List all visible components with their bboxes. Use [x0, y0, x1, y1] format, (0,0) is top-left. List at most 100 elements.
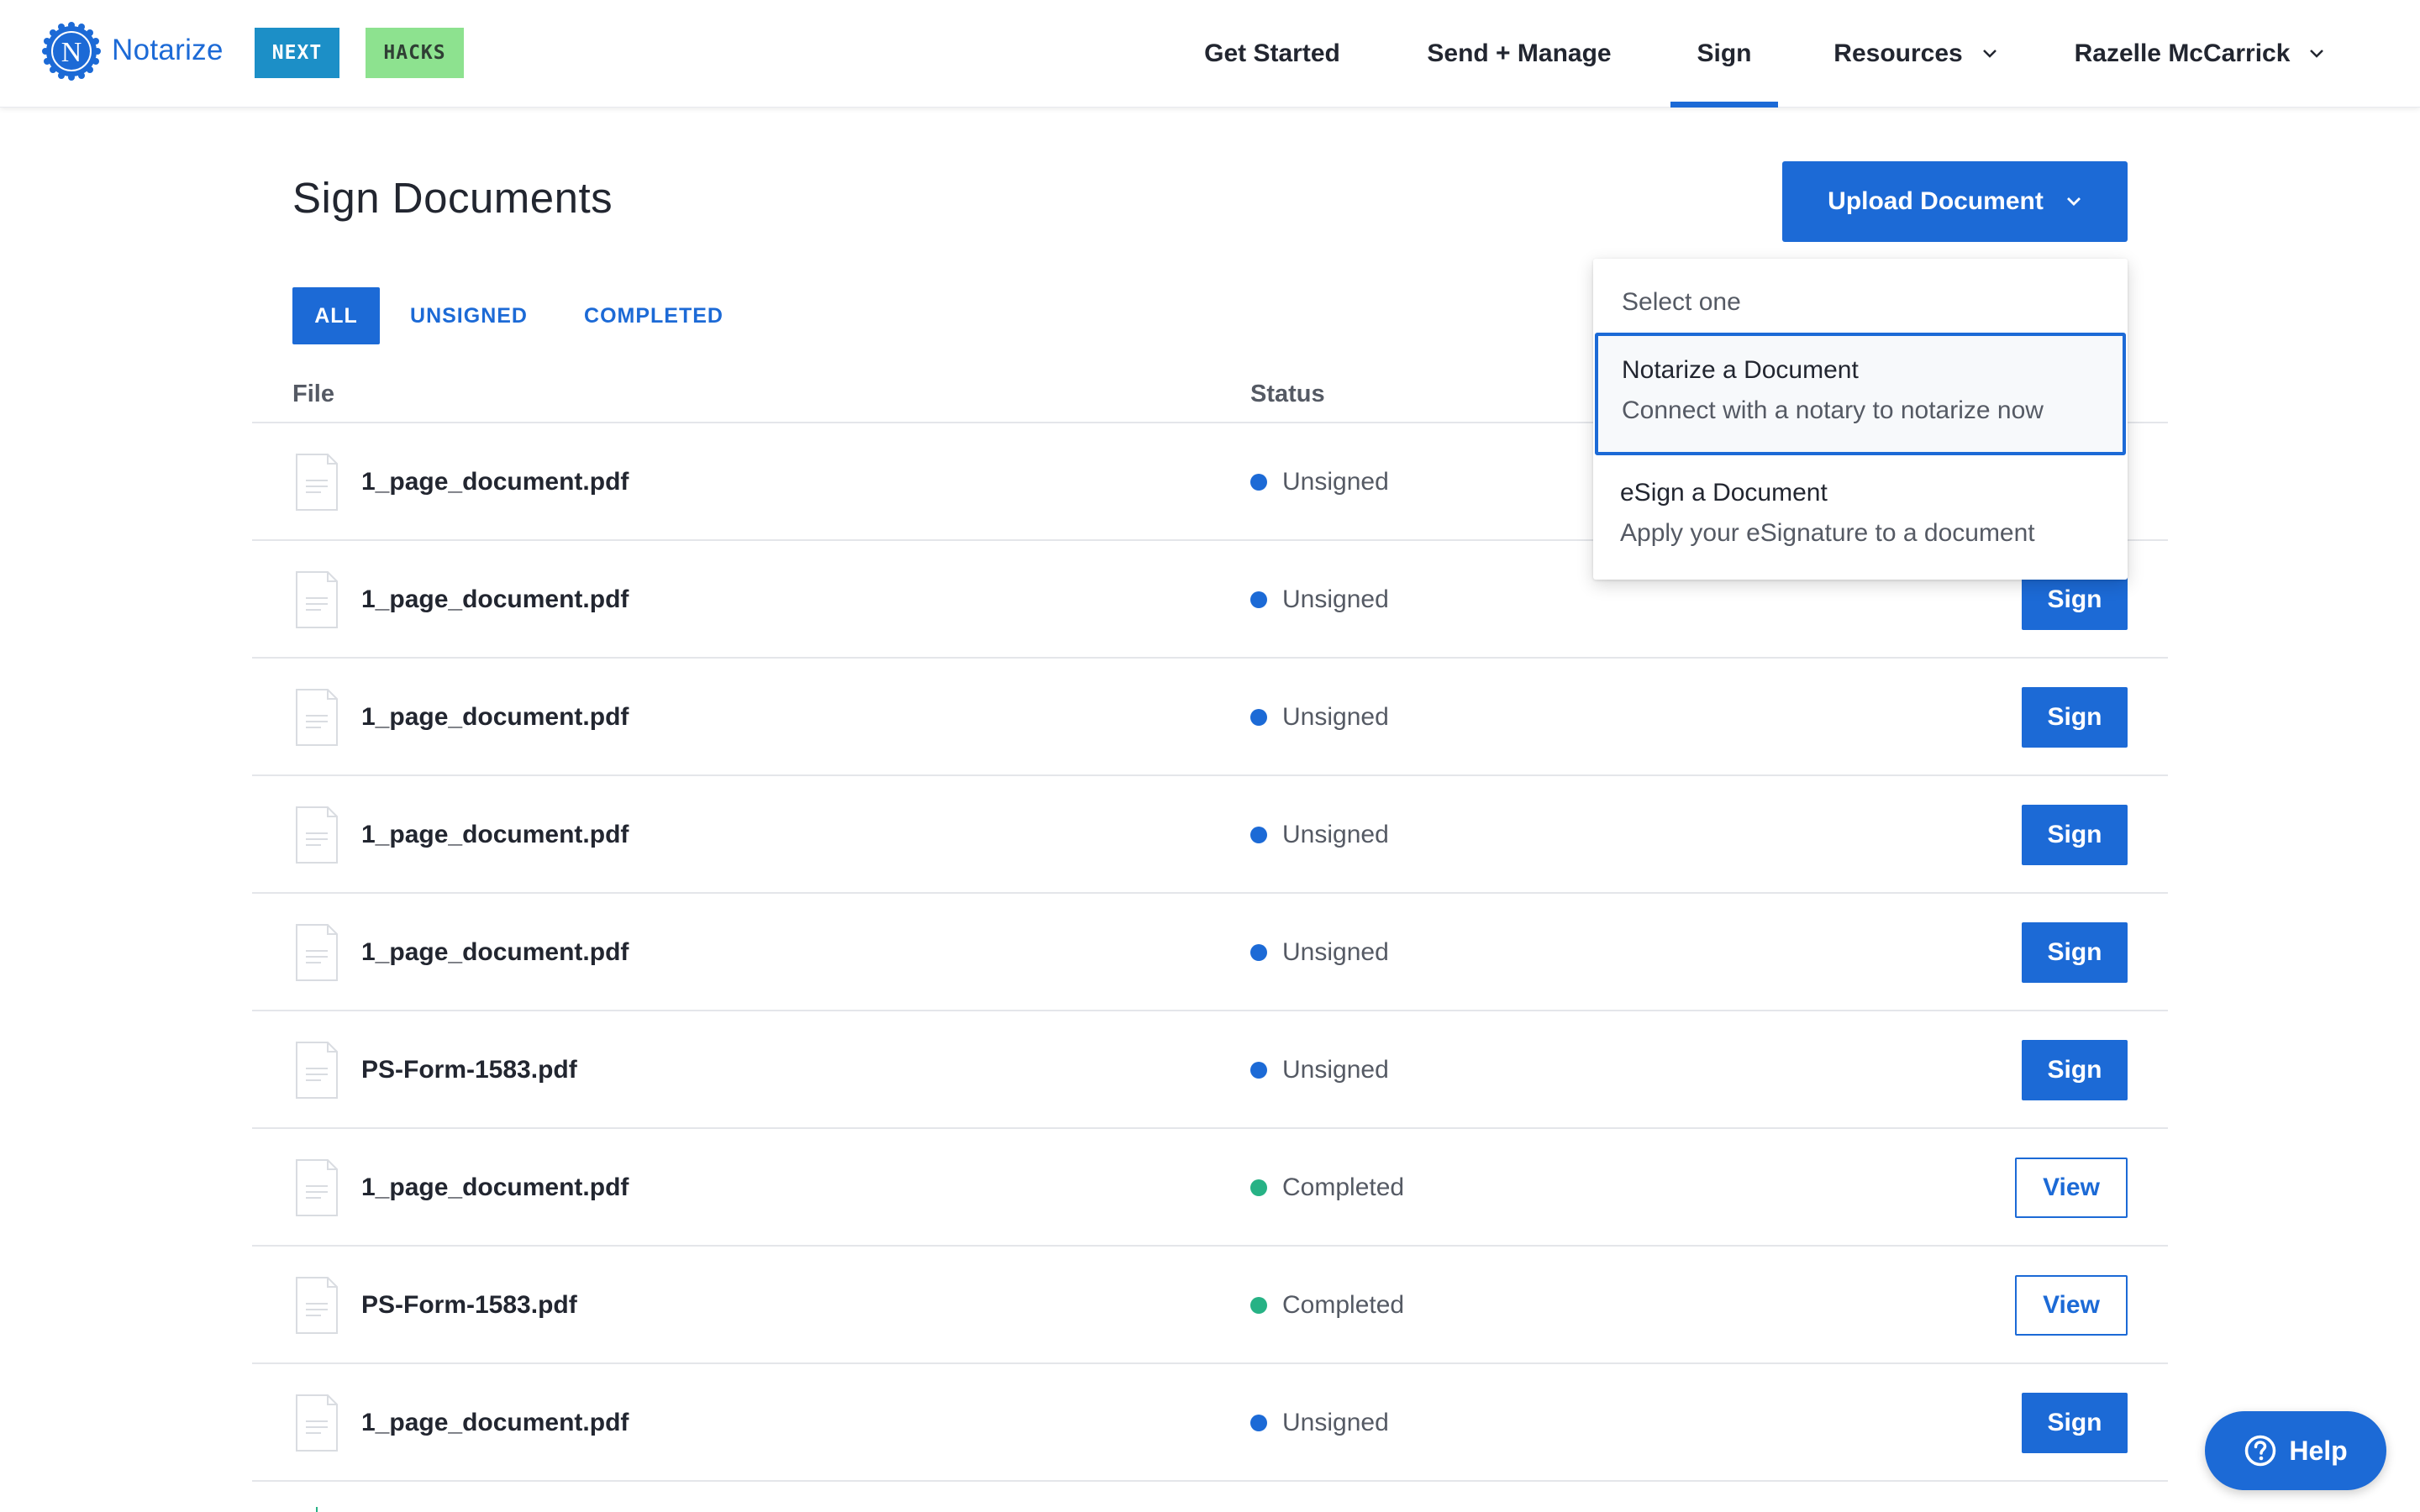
file-name[interactable]: 1_page_document.pdf: [361, 1364, 629, 1482]
option-esign-document[interactable]: eSign a Document Apply your eSignature t…: [1593, 455, 2128, 578]
nav-resources[interactable]: Resources: [1815, 0, 2017, 108]
file-name[interactable]: 1_page_document.pdf: [361, 894, 629, 1011]
status-dot-icon: [1250, 709, 1267, 726]
status-text: Unsigned: [1282, 585, 1389, 613]
notarize-logo-icon[interactable]: N: [42, 22, 101, 81]
chevron-down-icon: [2066, 197, 2081, 206]
nav-send-manage[interactable]: Send + Manage: [1412, 0, 1627, 108]
status-text: Unsigned: [1282, 703, 1389, 731]
user-name: Razelle McCarrick: [2074, 39, 2291, 67]
sign-button[interactable]: Sign: [2022, 687, 2128, 748]
table-row[interactable]: PS-Form-1583.pdf Unsigned Sign: [252, 1011, 2168, 1129]
status-text: Unsigned: [1282, 938, 1389, 966]
file-name[interactable]: 1_page_document.pdf: [361, 776, 629, 894]
sign-button[interactable]: Sign: [2022, 1393, 2128, 1453]
status-badge: Unsigned: [1250, 541, 1389, 659]
document-icon: [296, 1394, 338, 1452]
page-title: Sign Documents: [292, 174, 613, 222]
document-icon: [296, 806, 338, 864]
nav-sign[interactable]: Sign: [1670, 0, 1778, 108]
top-header: N Notarize NEXT HACKS Get Started Send +…: [0, 0, 2420, 108]
env-tag-next: NEXT: [255, 28, 339, 78]
document-icon: [296, 454, 338, 511]
dropdown-header: Select one: [1622, 288, 1741, 316]
sign-button[interactable]: Sign: [2022, 805, 2128, 865]
sign-button[interactable]: Sign: [2022, 922, 2128, 983]
status-badge: Completed: [1250, 1247, 1404, 1364]
document-icon: [296, 689, 338, 746]
file-name[interactable]: 1_page_document.pdf: [361, 423, 629, 541]
logo-letter: N: [61, 37, 82, 68]
status-text: Unsigned: [1282, 1056, 1389, 1084]
help-label: Help: [2289, 1435, 2348, 1466]
file-name[interactable]: PS-Form-1583.pdf: [361, 1247, 577, 1364]
file-name[interactable]: 1_page_document.pdf: [361, 1129, 629, 1247]
option-title: eSign a Document: [1620, 479, 1828, 507]
document-icon: [296, 1277, 338, 1334]
status-text: Unsigned: [1282, 821, 1389, 848]
status-dot-icon: [1250, 827, 1267, 843]
upload-document-button[interactable]: Upload Document: [1782, 161, 2128, 242]
option-description: Connect with a notary to notarize now: [1622, 396, 2044, 424]
app-root: N Notarize NEXT HACKS Get Started Send +…: [0, 0, 2420, 1512]
file-name[interactable]: 1_page_document.pdf: [361, 659, 629, 776]
brand-name[interactable]: Notarize: [112, 34, 224, 67]
view-button[interactable]: View: [2015, 1275, 2128, 1336]
status-dot-icon: [1250, 1062, 1267, 1079]
status-badge: Unsigned: [1250, 1364, 1389, 1482]
chevron-down-icon: [2310, 50, 2324, 58]
table-row[interactable]: 1_page_document.pdf Completed View: [252, 1129, 2168, 1247]
file-name[interactable]: PS-Form-1583.pdf: [361, 1011, 577, 1129]
nav-get-started[interactable]: Get Started: [1183, 0, 1361, 108]
help-button[interactable]: Help: [2205, 1411, 2386, 1490]
status-dot-icon: [1250, 591, 1267, 608]
document-icon: [296, 1159, 338, 1216]
table-row[interactable]: 1_page_document.pdf Unsigned Sign: [252, 1364, 2168, 1482]
status-badge: Completed: [1250, 1129, 1404, 1247]
tab-all[interactable]: ALL: [292, 287, 380, 344]
status-dot-icon: [1250, 1179, 1267, 1196]
column-header-status[interactable]: Status: [1250, 381, 1325, 408]
status-text: Completed: [1282, 1173, 1405, 1201]
nav-send-manage-label: Send + Manage: [1427, 39, 1612, 67]
nav-get-started-label: Get Started: [1204, 39, 1340, 67]
file-name[interactable]: 1_page_document.pdf: [361, 541, 629, 659]
status-dot-icon: [1250, 944, 1267, 961]
option-notarize-document[interactable]: Notarize a Document Connect with a notar…: [1595, 333, 2126, 455]
status-badge: Unsigned: [1250, 659, 1389, 776]
sign-button[interactable]: Sign: [2022, 1040, 2128, 1100]
status-text: Unsigned: [1282, 1409, 1389, 1436]
option-description: Apply your eSignature to a document: [1620, 519, 2035, 547]
status-dot-icon: [1250, 1297, 1267, 1314]
table-row[interactable]: 1_page_document.pdf Unsigned Sign: [252, 894, 2168, 1011]
view-button[interactable]: View: [2015, 1158, 2128, 1218]
table-row[interactable]: 1_page_document.pdf Unsigned Sign: [252, 659, 2168, 776]
document-icon: [296, 924, 338, 981]
partial-row-icon: [316, 1507, 318, 1512]
status-badge: Unsigned: [1250, 894, 1389, 1011]
tab-unsigned[interactable]: UNSIGNED: [405, 287, 533, 344]
status-dot-icon: [1250, 474, 1267, 491]
upload-document-label: Upload Document: [1828, 187, 2044, 215]
status-badge: Unsigned: [1250, 423, 1389, 541]
question-circle-icon: [2245, 1435, 2276, 1467]
option-title: Notarize a Document: [1622, 356, 1859, 384]
status-text: Unsigned: [1282, 468, 1389, 496]
column-header-file[interactable]: File: [292, 381, 334, 408]
nav-active-indicator: [1670, 102, 1778, 108]
status-text: Completed: [1282, 1291, 1405, 1319]
document-icon: [296, 1042, 338, 1099]
nav-sign-label: Sign: [1697, 39, 1752, 67]
nav-resources-label: Resources: [1833, 39, 1963, 67]
document-icon: [296, 571, 338, 628]
table-row[interactable]: PS-Form-1583.pdf Completed View: [252, 1247, 2168, 1364]
tab-completed[interactable]: COMPLETED: [576, 287, 731, 344]
status-badge: Unsigned: [1250, 776, 1389, 894]
user-menu[interactable]: Razelle McCarrick: [2057, 0, 2343, 108]
env-tag-hacks: HACKS: [366, 28, 464, 78]
upload-options-dropdown: Select one Notarize a Document Connect w…: [1593, 259, 2128, 580]
table-row[interactable]: 1_page_document.pdf Unsigned Sign: [252, 776, 2168, 894]
status-badge: Unsigned: [1250, 1011, 1389, 1129]
status-dot-icon: [1250, 1415, 1267, 1431]
chevron-down-icon: [1982, 50, 1996, 58]
